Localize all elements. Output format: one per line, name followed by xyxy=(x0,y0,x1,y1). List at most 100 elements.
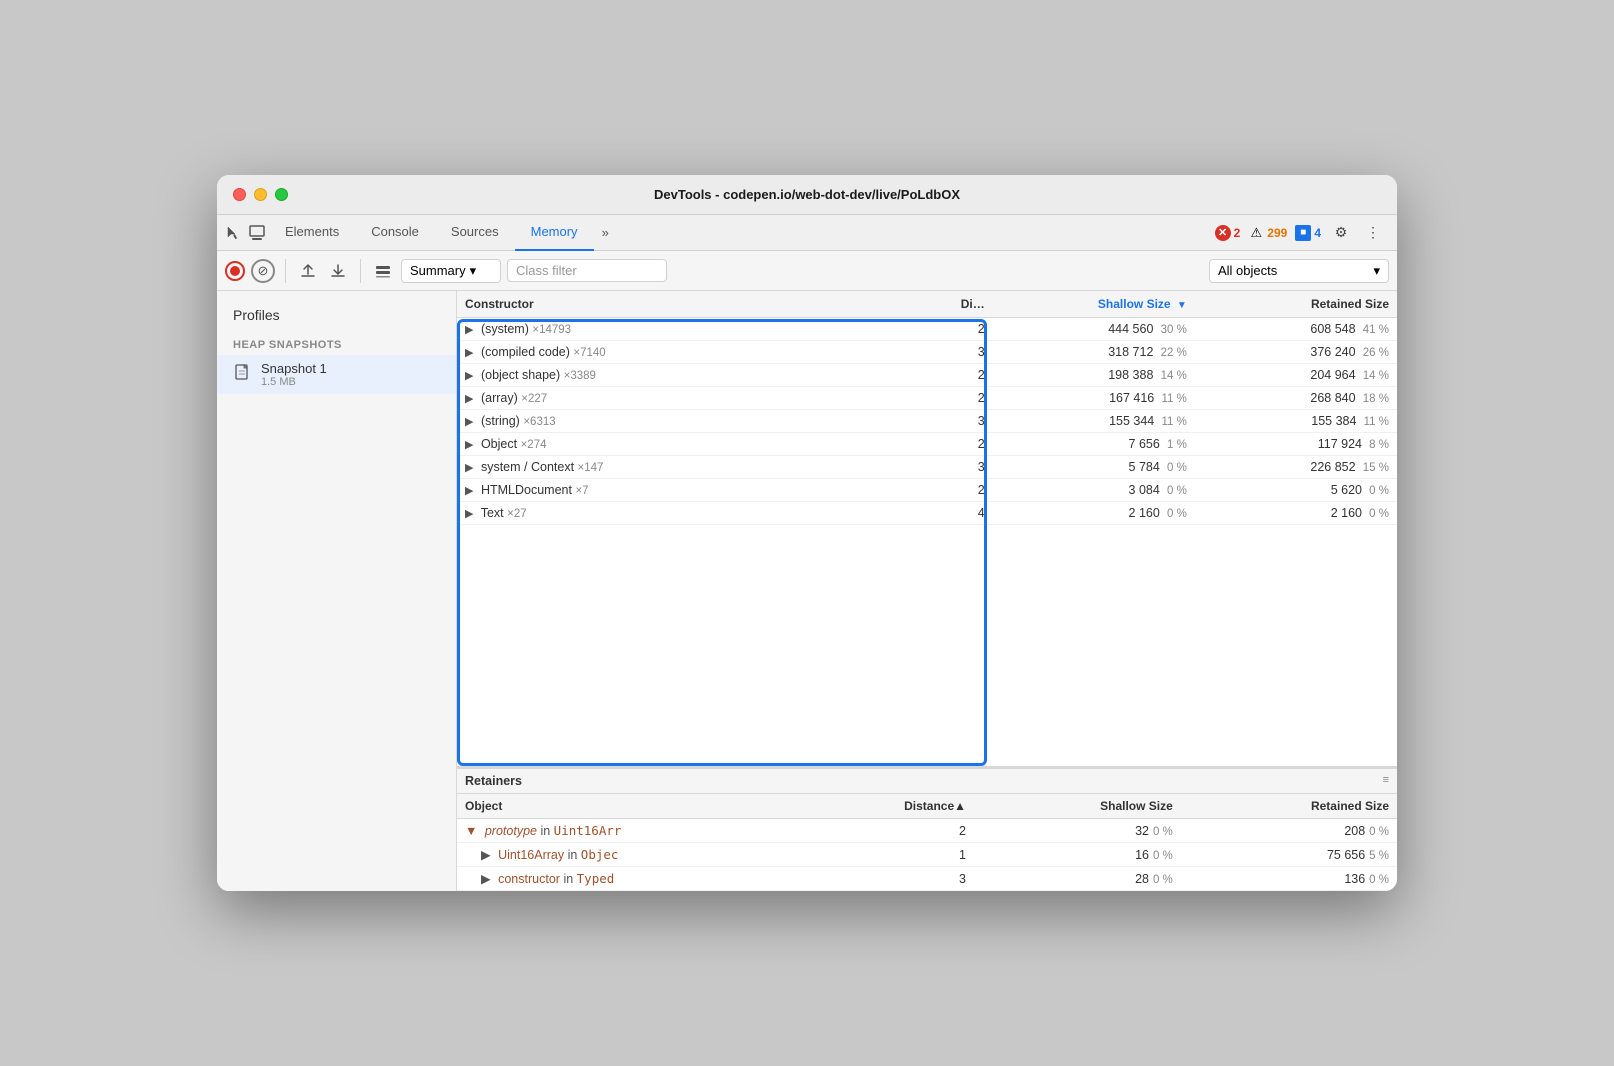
col-header-retained[interactable]: Retained Size xyxy=(1195,291,1397,318)
expand-arrow-icon[interactable]: ▶ xyxy=(465,484,473,497)
heap-table-row[interactable]: ▶ Text ×27 4 2 160 0 % 2 160 0 % xyxy=(457,502,1397,525)
retained-pct: 14 % xyxy=(1360,370,1389,382)
snapshot-item[interactable]: Snapshot 1 1.5 MB xyxy=(217,355,456,394)
snapshot-file-icon xyxy=(233,363,253,387)
col-header-shallow[interactable]: Shallow Size xyxy=(993,291,1195,318)
ret-cell-object: ▼ prototype in Uint16Arr xyxy=(457,819,880,843)
expand-arrow-icon[interactable]: ▶ xyxy=(465,369,473,382)
summary-dropdown[interactable]: Summary ▾ xyxy=(401,259,501,283)
constructor-name: (system) xyxy=(481,322,529,336)
error-count[interactable]: ✕ 2 xyxy=(1215,225,1241,241)
expand-arrow-icon[interactable]: ▶ xyxy=(465,323,473,336)
heap-icon[interactable] xyxy=(371,259,395,283)
cell-retained: 376 240 26 % xyxy=(1195,341,1397,364)
settings-icon[interactable]: ⚙ xyxy=(1329,221,1353,245)
cell-constructor: ▶ (compiled code) ×7140 xyxy=(457,341,912,364)
cell-distance: 2 xyxy=(912,479,993,502)
ret-object-name: constructor xyxy=(498,872,560,886)
cell-retained: 2 160 0 % xyxy=(1195,502,1397,525)
clear-button[interactable]: ⊘ xyxy=(251,259,275,283)
expand-arrow-icon[interactable]: ▶ xyxy=(465,392,473,405)
retainers-section: Retainers ≡ Object Distance▲ xyxy=(457,767,1397,891)
download-button[interactable] xyxy=(326,259,350,283)
close-button[interactable] xyxy=(233,188,246,201)
class-filter-input[interactable]: Class filter xyxy=(507,259,667,282)
separator-1 xyxy=(285,259,286,283)
ret-cell-distance: 1 xyxy=(880,843,974,867)
sidebar: Profiles HEAP SNAPSHOTS Snapshot 1 1.5 M xyxy=(217,291,457,891)
expand-arrow-icon[interactable]: ▶ xyxy=(465,507,473,520)
ret-col-retained[interactable]: Retained Size xyxy=(1181,794,1397,819)
heap-table-row[interactable]: ▶ system / Context ×147 3 5 784 0 % 226 … xyxy=(457,456,1397,479)
info-icon: ■ xyxy=(1295,225,1311,241)
expand-arrow-icon[interactable]: ▶ xyxy=(465,346,473,359)
expand-arrow-icon[interactable]: ▶ xyxy=(465,438,473,451)
ret-col-shallow[interactable]: Shallow Size xyxy=(974,794,1181,819)
shallow-pct: 0 % xyxy=(1164,485,1187,497)
heap-table-row[interactable]: ▶ (string) ×6313 3 155 344 11 % 155 384 … xyxy=(457,410,1397,433)
expand-arrow-icon[interactable]: ▶ xyxy=(465,461,473,474)
ret-object-name: Uint16Array xyxy=(498,848,564,862)
ret-col-distance[interactable]: Distance▲ xyxy=(880,794,974,819)
tab-memory[interactable]: Memory xyxy=(515,215,594,251)
tab-console[interactable]: Console xyxy=(355,215,435,251)
heap-table-row[interactable]: ▶ Object ×274 2 7 656 1 % 117 924 8 % xyxy=(457,433,1397,456)
cell-retained: 608 548 41 % xyxy=(1195,318,1397,341)
ret-object-class: Objec xyxy=(581,847,619,862)
shallow-pct: 0 % xyxy=(1164,508,1187,520)
more-tabs-button[interactable]: » xyxy=(594,225,617,240)
tab-bar: Elements Console Sources Memory » ✕ 2 ⚠ xyxy=(217,215,1397,251)
class-filter-placeholder: Class filter xyxy=(516,263,577,278)
traffic-lights xyxy=(233,188,288,201)
title-bar: DevTools - codepen.io/web-dot-dev/live/P… xyxy=(217,175,1397,215)
upload-button[interactable] xyxy=(296,259,320,283)
ret-expand-icon[interactable]: ▶ xyxy=(481,872,491,886)
record-button[interactable] xyxy=(225,261,245,281)
retained-pct: 0 % xyxy=(1366,508,1389,520)
ret-expand-icon[interactable]: ▶ xyxy=(481,848,491,862)
cursor-icon[interactable] xyxy=(221,221,245,245)
more-options-icon[interactable]: ⋮ xyxy=(1361,221,1385,245)
constructor-name: Object xyxy=(481,437,517,451)
cell-distance: 3 xyxy=(912,410,993,433)
constructor-count: ×227 xyxy=(521,393,547,405)
retained-pct: 15 % xyxy=(1360,462,1389,474)
ret-object-class: Typed xyxy=(577,871,615,886)
heap-table-row[interactable]: ▶ HTMLDocument ×7 2 3 084 0 % 5 620 0 % xyxy=(457,479,1397,502)
cell-constructor: ▶ system / Context ×147 xyxy=(457,456,912,479)
secondary-toolbar: ⊘ xyxy=(217,251,1397,291)
constructor-count: ×274 xyxy=(521,439,547,451)
cell-distance: 3 xyxy=(912,341,993,364)
tab-elements[interactable]: Elements xyxy=(269,215,355,251)
main-content: Profiles HEAP SNAPSHOTS Snapshot 1 1.5 M xyxy=(217,291,1397,891)
all-objects-dropdown[interactable]: All objects ▾ xyxy=(1209,259,1389,283)
profiles-title: Profiles xyxy=(217,307,456,331)
cell-shallow: 198 388 14 % xyxy=(993,364,1195,387)
constructor-name: system / Context xyxy=(481,460,574,474)
ret-expand-icon[interactable]: ▼ xyxy=(465,824,477,838)
retainer-row[interactable]: ▼ prototype in Uint16Arr 2 320 % 2080 % xyxy=(457,819,1397,843)
heap-table-row[interactable]: ▶ (compiled code) ×7140 3 318 712 22 % 3… xyxy=(457,341,1397,364)
inspect-icon[interactable] xyxy=(245,221,269,245)
maximize-button[interactable] xyxy=(275,188,288,201)
expand-arrow-icon[interactable]: ▶ xyxy=(465,415,473,428)
retainer-row[interactable]: ▶ constructor in Typed 3 280 % 1360 % xyxy=(457,867,1397,891)
retainers-table: Object Distance▲ Shallow Size Retained S… xyxy=(457,794,1397,891)
retainers-header: Retainers ≡ xyxy=(457,767,1397,794)
cell-retained: 117 924 8 % xyxy=(1195,433,1397,456)
minimize-button[interactable] xyxy=(254,188,267,201)
heap-table-row[interactable]: ▶ (object shape) ×3389 2 198 388 14 % 20… xyxy=(457,364,1397,387)
info-count[interactable]: ■ 4 xyxy=(1295,225,1321,241)
col-header-distance[interactable]: Di… xyxy=(912,291,993,318)
snapshot-size: 1.5 MB xyxy=(261,376,440,388)
ret-col-object[interactable]: Object xyxy=(457,794,880,819)
heap-table-row[interactable]: ▶ (array) ×227 2 167 416 11 % 268 840 18… xyxy=(457,387,1397,410)
col-header-constructor[interactable]: Constructor xyxy=(457,291,912,318)
constructor-name: Text xyxy=(481,506,504,520)
cell-constructor: ▶ (system) ×14793 xyxy=(457,318,912,341)
tab-sources[interactable]: Sources xyxy=(435,215,515,251)
heap-table-row[interactable]: ▶ (system) ×14793 2 444 560 30 % 608 548… xyxy=(457,318,1397,341)
retainer-row[interactable]: ▶ Uint16Array in Objec 1 160 % 75 6565 % xyxy=(457,843,1397,867)
warning-count[interactable]: ⚠ 299 xyxy=(1248,225,1287,241)
cell-distance: 2 xyxy=(912,387,993,410)
